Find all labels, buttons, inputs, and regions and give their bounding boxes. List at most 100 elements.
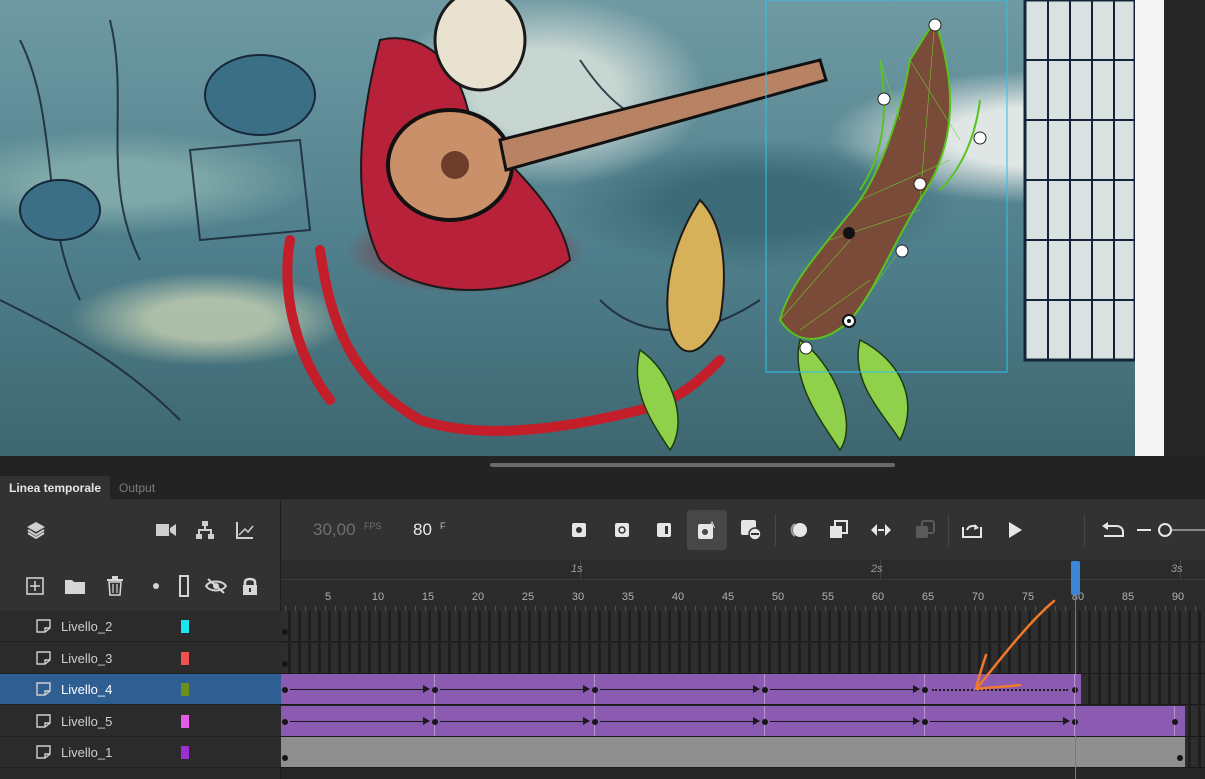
insert-frame-icon[interactable] bbox=[651, 517, 677, 543]
insert-keyframe-icon[interactable] bbox=[566, 517, 592, 543]
artboard-illustration[interactable] bbox=[0, 0, 1164, 456]
frame-row[interactable] bbox=[281, 737, 1205, 768]
layers-icon[interactable] bbox=[23, 517, 49, 543]
tween-arrow-line bbox=[440, 720, 584, 722]
toolbar-separator bbox=[775, 514, 776, 546]
layer-row[interactable]: Livello_1 bbox=[0, 737, 281, 768]
stage-horizontal-scrollbar[interactable] bbox=[490, 463, 895, 467]
layer-type-icon bbox=[36, 650, 51, 665]
tween-arrow-line bbox=[600, 689, 754, 690]
zoom-slider-icon[interactable] bbox=[1137, 517, 1205, 543]
keyframe-dot[interactable] bbox=[1172, 718, 1178, 725]
current-frame-value[interactable]: 80 bbox=[413, 520, 432, 540]
frame-number-label: 85 bbox=[1121, 591, 1135, 603]
new-folder-icon[interactable] bbox=[62, 573, 88, 599]
insert-blank-keyframe-icon[interactable] bbox=[609, 517, 635, 543]
frame-grid[interactable] bbox=[281, 611, 1205, 779]
tween-arrow-head bbox=[753, 716, 760, 725]
layer-type-icon bbox=[36, 682, 51, 696]
playhead-handle[interactable] bbox=[1071, 561, 1080, 595]
layer-parenting-icon[interactable] bbox=[192, 517, 218, 543]
panel-tabs: Linea temporale Output bbox=[0, 476, 1205, 500]
layer-color-swatch[interactable] bbox=[181, 651, 189, 665]
timeline-ruler[interactable]: 1s 2s 3s 5 10 15 20 25 30 35 40 45 50 55 60 65 70 75 80 85… bbox=[281, 560, 1205, 611]
outline-icon[interactable] bbox=[171, 573, 197, 599]
keyframe-dot[interactable] bbox=[282, 755, 288, 761]
keyframe-dot[interactable] bbox=[432, 687, 438, 693]
graph-icon[interactable] bbox=[232, 517, 258, 543]
keyframe-dot[interactable] bbox=[922, 718, 928, 725]
layer-name[interactable]: Livello_2 bbox=[61, 619, 112, 634]
keyframe-dot[interactable] bbox=[762, 718, 768, 725]
toolbar-separator bbox=[948, 514, 949, 546]
tween-arrow-head bbox=[583, 716, 590, 725]
keyframe-dot[interactable] bbox=[282, 629, 288, 635]
layer-list: Livello_2 Livello_3 Livello_4 Livello_5 Live… bbox=[0, 611, 281, 779]
keyframe-dot[interactable] bbox=[762, 687, 768, 693]
layer-color-swatch[interactable] bbox=[181, 746, 189, 759]
tab-output[interactable]: Output bbox=[110, 476, 164, 500]
layer-name[interactable]: Livello_5 bbox=[61, 714, 112, 729]
tab-timeline[interactable]: Linea temporale bbox=[0, 476, 111, 500]
auto-keyframe-icon: A bbox=[694, 517, 720, 543]
svg-text:A: A bbox=[709, 520, 715, 530]
keyframe-dot[interactable] bbox=[432, 718, 438, 725]
second-label: 3s bbox=[1171, 563, 1183, 575]
keyframe-dot[interactable] bbox=[282, 687, 288, 693]
tween-arrow-head bbox=[423, 685, 430, 693]
illustration-artwork bbox=[0, 0, 1164, 456]
tween-arrow-head bbox=[913, 716, 920, 725]
onion-skin-icon[interactable] bbox=[785, 517, 811, 543]
fps-value[interactable]: 30,00 bbox=[313, 520, 356, 540]
frame-row[interactable] bbox=[281, 642, 1205, 674]
layer-name[interactable]: Livello_3 bbox=[61, 651, 112, 666]
tween-arrow-line bbox=[770, 689, 914, 690]
camera-icon[interactable] bbox=[153, 517, 179, 543]
layer-color-swatch[interactable] bbox=[181, 683, 189, 696]
keyframe-dot[interactable] bbox=[592, 687, 598, 693]
stage[interactable] bbox=[0, 0, 1205, 456]
keyframe-dot[interactable] bbox=[922, 687, 928, 693]
fps-unit: FPS bbox=[364, 521, 382, 531]
layer-name[interactable]: Livello_4 bbox=[61, 682, 112, 697]
frame-row[interactable] bbox=[281, 674, 1205, 705]
auto-keyframe-button[interactable]: A bbox=[687, 510, 727, 550]
edit-multiple-frames-icon[interactable] bbox=[826, 517, 852, 543]
new-layer-icon[interactable] bbox=[22, 573, 48, 599]
layer-toolbar bbox=[0, 560, 281, 611]
frame-span[interactable] bbox=[281, 737, 1185, 767]
tween-arrow-head bbox=[753, 685, 760, 693]
layer-row[interactable]: Livello_3 bbox=[0, 642, 281, 674]
tween-arrow-line bbox=[440, 689, 584, 690]
tween-arrow-head bbox=[1063, 716, 1070, 725]
frame-number-label: 60 bbox=[871, 591, 885, 603]
layer-color-swatch[interactable] bbox=[181, 620, 189, 633]
lock-icon[interactable] bbox=[237, 573, 263, 599]
layer-name[interactable]: Livello_1 bbox=[61, 745, 112, 760]
layer-color-swatch[interactable] bbox=[181, 714, 189, 728]
delete-icon[interactable] bbox=[102, 573, 128, 599]
convert-icon bbox=[912, 517, 938, 543]
remove-frame-icon[interactable] bbox=[738, 517, 764, 543]
frame-row[interactable] bbox=[281, 611, 1205, 642]
annotation-arrow-icon bbox=[974, 599, 1056, 691]
keyframe-dot[interactable] bbox=[592, 718, 598, 725]
loop-icon[interactable] bbox=[959, 517, 985, 543]
play-icon[interactable] bbox=[1002, 517, 1028, 543]
frame-row[interactable] bbox=[281, 705, 1205, 737]
layer-row[interactable]: Livello_5 bbox=[0, 705, 281, 737]
layer-row[interactable]: Livello_4 bbox=[0, 674, 281, 705]
layer-row[interactable]: Livello_2 bbox=[0, 611, 281, 642]
keyframe-dot[interactable] bbox=[282, 718, 288, 725]
highlight-icon[interactable] bbox=[143, 573, 169, 599]
tween-arrow-head bbox=[423, 716, 430, 725]
frame-number-label: 90 bbox=[1171, 591, 1185, 603]
keyframe-dot[interactable] bbox=[282, 660, 288, 667]
frame-unit: F bbox=[440, 521, 446, 531]
hide-icon[interactable] bbox=[203, 573, 229, 599]
create-tween-icon[interactable] bbox=[868, 517, 894, 543]
tween-arrow-line bbox=[290, 720, 424, 722]
keyframe-dot[interactable] bbox=[1177, 755, 1183, 761]
undo-icon[interactable] bbox=[1100, 517, 1126, 543]
frame-number-label: 65 bbox=[921, 591, 935, 603]
